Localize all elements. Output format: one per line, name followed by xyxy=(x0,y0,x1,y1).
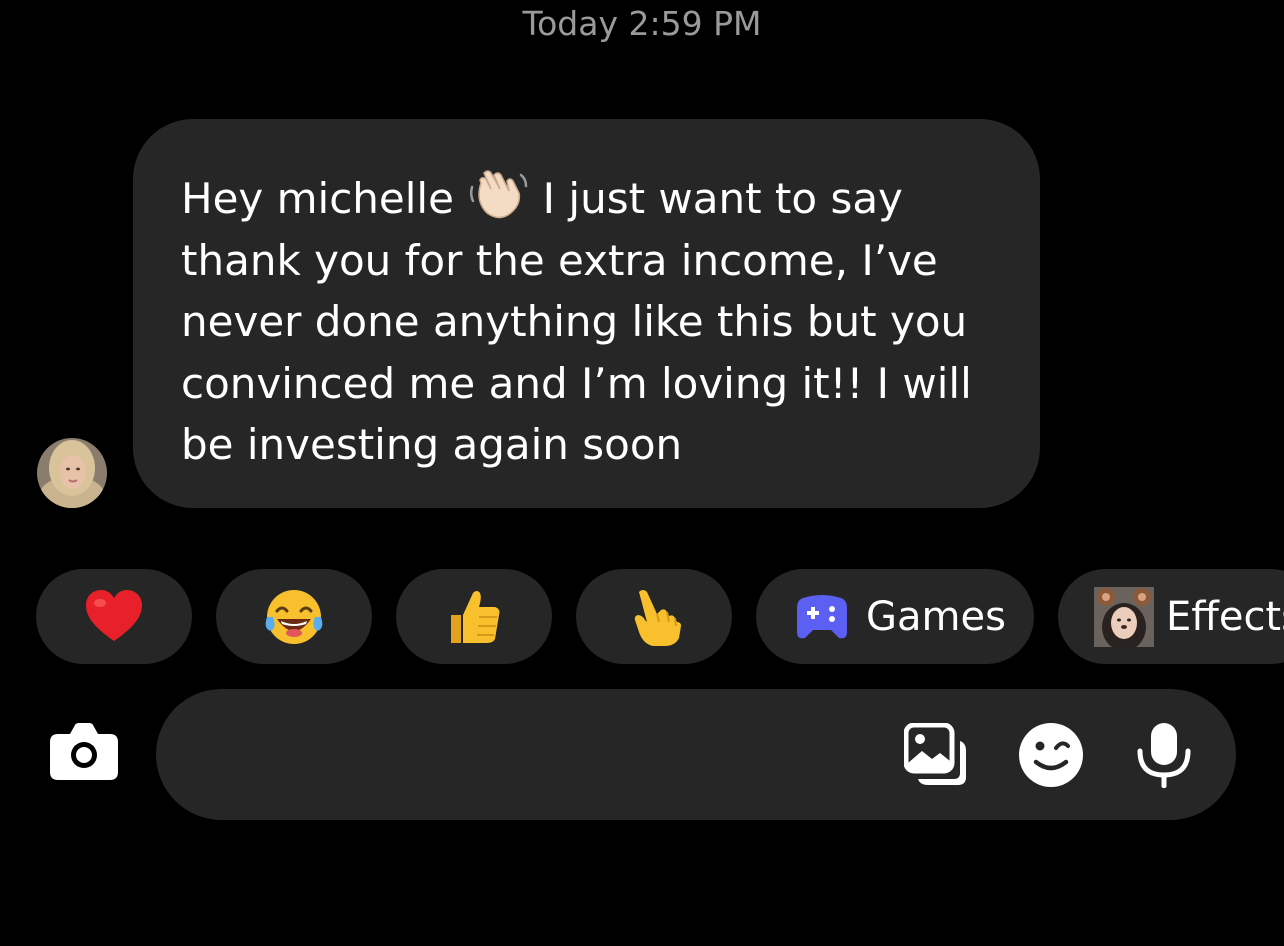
quick-reply-bar: Games Effects xyxy=(0,569,1284,664)
message-text: thank you for the extra income, I’ve xyxy=(181,235,938,285)
reaction-pointing-button[interactable] xyxy=(576,569,732,664)
gallery-button[interactable] xyxy=(903,722,968,791)
pointing-hand-emoji xyxy=(634,589,681,646)
sticker-icon xyxy=(1019,723,1083,787)
message-text: convinced me and I’m loving it!! I will xyxy=(181,358,972,408)
games-button[interactable]: Games xyxy=(756,569,1034,664)
message-text: Hey michelle xyxy=(181,174,454,223)
reaction-laugh-button[interactable] xyxy=(216,569,372,664)
effects-thumbnail xyxy=(1094,586,1154,647)
effects-button[interactable]: Effects xyxy=(1058,569,1284,664)
avatar-photo xyxy=(37,438,107,508)
games-label: Games xyxy=(866,593,1006,640)
camera-button[interactable] xyxy=(50,722,118,786)
gallery-icon xyxy=(903,722,966,785)
waving-hand-emoji xyxy=(470,170,528,219)
effects-label: Effects xyxy=(1166,593,1284,640)
message-input[interactable] xyxy=(156,689,1236,820)
microphone-button[interactable] xyxy=(1136,721,1192,793)
message-timestamp: Today 2:59 PM xyxy=(522,4,762,43)
message-text: never done anything like this but you xyxy=(181,297,968,346)
message-line: Hey michelle I just want to say xyxy=(181,167,1010,230)
reaction-thumbs-up-button[interactable] xyxy=(396,569,552,664)
game-controller-icon xyxy=(797,594,847,638)
thumbs-up-emoji xyxy=(451,590,500,643)
camera-icon xyxy=(50,723,118,780)
reaction-heart-button[interactable] xyxy=(36,569,192,664)
message-text: I just want to say xyxy=(542,174,903,223)
red-heart-emoji xyxy=(86,589,142,641)
laughing-tears-emoji xyxy=(265,589,323,644)
microphone-icon xyxy=(1137,723,1191,788)
message-bubble[interactable]: Hey michelle I just want to say thank yo… xyxy=(133,119,1040,508)
message-text: be investing again soon xyxy=(181,420,683,469)
sticker-button[interactable] xyxy=(1018,722,1084,792)
sender-avatar[interactable] xyxy=(37,438,107,508)
